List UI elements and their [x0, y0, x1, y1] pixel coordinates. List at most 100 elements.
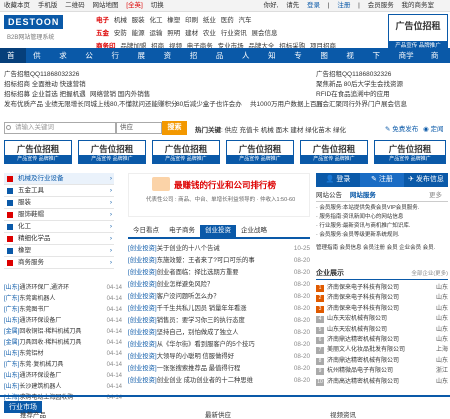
sidebar-item[interactable]: 化工 ›: [4, 221, 114, 233]
login-button[interactable]: 👤 登录: [316, 173, 360, 187]
announcement-item[interactable]: · 行业服务:最新资讯与商机推广知识库.: [316, 222, 448, 231]
register-button[interactable]: ✎ 注册: [360, 173, 404, 187]
top-ad-box[interactable]: 广告位招租 产品宣传 品牌推广: [388, 14, 448, 52]
text-ad[interactable]: 展会汇聚同行外界门户展会信息: [316, 98, 407, 108]
search-input[interactable]: 请输入关键词: [4, 122, 116, 134]
text-ad[interactable]: 发布优质产品 业绩无限增长: [4, 98, 84, 108]
nav-item[interactable]: 商城: [424, 48, 450, 75]
nav-item[interactable]: 图库: [313, 48, 339, 75]
text-ad[interactable]: 招标招商 全面推动 快速营销: [4, 78, 86, 88]
company-item[interactable]: 3 济南保来电子科技有限公司 山东: [316, 304, 448, 314]
lang-link[interactable]: [全英]: [126, 2, 143, 9]
nav-item[interactable]: 公司: [78, 48, 104, 75]
company-item[interactable]: 4 山东天宏机械有限公司 山东: [316, 314, 448, 324]
company-item[interactable]: 6 济南鼎达精密机械有限公司 山东: [316, 335, 448, 345]
nav-item-home[interactable]: 首页: [0, 48, 27, 75]
text-ad[interactable]: 同城上线80,不懂就问还能赚积分: [84, 98, 178, 108]
more-link[interactable]: 更多: [429, 190, 442, 202]
announcement-item[interactable]: · 会员服务:本站提供免费会员VIP会员服务.: [316, 204, 448, 213]
company-item[interactable]: 5 山东天宏机械有限公司 山东: [316, 325, 448, 335]
article-item[interactable]: [创业投资]东施效颦：王者来了?可口可乐的事 08-20: [128, 255, 310, 267]
site-map-link[interactable]: 网站地图: [92, 2, 118, 9]
publish-link[interactable]: ✎ 免费发布: [385, 123, 418, 133]
mobile-link[interactable]: 手机版: [38, 2, 58, 9]
cat-link[interactable]: 橡塑: [167, 17, 180, 24]
login-link[interactable]: 登录: [307, 2, 320, 9]
subscribe-link[interactable]: ◉ 定闻: [423, 123, 443, 133]
ad-box[interactable]: 广告位招租 产品宣传 品牌推广: [226, 140, 294, 164]
article-item[interactable]: [创业投资]关于创业的十八个告诫 10-25: [128, 243, 310, 255]
more-link[interactable]: 全部企业(更多): [411, 268, 448, 280]
tab-strategy[interactable]: 企业战略: [236, 225, 272, 237]
nav-item[interactable]: 视频: [339, 48, 365, 75]
hot-keyword[interactable]: 充值卡: [239, 127, 259, 134]
cat-link[interactable]: 农业: [203, 30, 216, 37]
text-ad[interactable]: 网络营销 国内外销售: [90, 88, 150, 98]
ad-box[interactable]: 广告位招租 产品宣传 品牌推广: [300, 140, 368, 164]
nav-item[interactable]: 商学院: [392, 48, 424, 75]
list-item[interactable]: [山东]通济环保设备厂 04-14: [4, 316, 122, 327]
favorite-link[interactable]: 收藏本页: [4, 2, 30, 9]
company-item[interactable]: 1 济南保来电子科技有限公司 山东: [316, 283, 448, 293]
hot-keyword[interactable]: 绿化: [333, 127, 346, 134]
hot-keyword[interactable]: 绿化苗木: [305, 127, 331, 134]
tab-video-news[interactable]: 视频资讯: [330, 409, 356, 419]
sidebar-item[interactable]: 服装 ›: [4, 197, 114, 209]
search-type-select[interactable]: 供应: [116, 122, 162, 134]
list-item[interactable]: [山东]通济环保设备厂 04-14: [4, 371, 122, 382]
list-item[interactable]: [山东]长沙建筑机器人 04-14: [4, 382, 122, 393]
article-item[interactable]: [创业投资]客户没问题听怎么办？ 08-20: [128, 291, 310, 303]
nav-item[interactable]: 下载: [366, 48, 392, 75]
nav-item[interactable]: 供应: [26, 48, 52, 75]
article-item[interactable]: [创业投资]一张张搜索推荐品 最值得行程 08-20: [128, 363, 310, 375]
article-item[interactable]: [创业投资]创业者面临：择比选期方重要 08-20: [128, 267, 310, 279]
hot-keyword[interactable]: 建材: [290, 127, 303, 134]
cat-link[interactable]: 安防: [114, 30, 127, 37]
sidebar-item[interactable]: 服饰鞋帽 ›: [4, 209, 114, 221]
article-item[interactable]: [创业投资]坚持自己，别怕做成了独立人 08-20: [128, 327, 310, 339]
nav-item[interactable]: 知道: [261, 48, 287, 75]
cat-link[interactable]: 展会信息: [252, 30, 278, 37]
cat-link[interactable]: 能源: [132, 30, 145, 37]
cat-link[interactable]: 建材: [185, 30, 198, 37]
search-button[interactable]: 搜索: [162, 121, 187, 135]
ad-box[interactable]: 广告位招租 产品宣传 品牌推广: [78, 140, 146, 164]
publish-button[interactable]: ✈ 发布信息: [404, 173, 448, 187]
ad-box[interactable]: 广告位招租 产品宣传 品牌推广: [374, 140, 446, 164]
guide-links[interactable]: 管理指南 会员信息 会员注册 会员 企业会员 会员.: [316, 244, 448, 264]
tab-service[interactable]: 网站服务: [350, 192, 376, 199]
list-item[interactable]: [广东]东莞·复机械刀具 04-14: [4, 360, 122, 371]
sidebar-item[interactable]: 橡塑 ›: [4, 245, 114, 257]
article-item[interactable]: [创业投资]千千生共私儿因员 销量年年看涨 08-20: [128, 303, 310, 315]
hot-keyword[interactable]: 机械: [261, 127, 274, 134]
text-ad[interactable]: 广告招租QQ11868032326: [316, 68, 391, 78]
switch-link[interactable]: 切换: [151, 2, 164, 9]
tab-investment[interactable]: 创业投资: [200, 225, 236, 237]
nav-item[interactable]: 展会: [131, 48, 157, 75]
company-item[interactable]: 7 美丽文人化妆品批发有限公司 上海: [316, 345, 448, 355]
featured-banner[interactable]: 最赚钱的行业和公司排行榜 代表性公司 : 商品、中台、单增长利益领导的 · 仲收…: [128, 173, 310, 219]
nav-item[interactable]: 招商: [183, 48, 209, 75]
sidebar-item[interactable]: 精细化学品 ›: [4, 233, 114, 245]
tab-announcement[interactable]: 网站公告: [316, 192, 342, 199]
sidebar-item[interactable]: 机械及行业设备 ›: [4, 173, 114, 185]
text-ad[interactable]: 招标招募 企业首选 把握机遇: [4, 88, 86, 98]
cat-link[interactable]: 医药: [221, 17, 234, 24]
article-item[interactable]: [创业投资]创业创业 成功创业者的十二种思维 08-20: [128, 375, 310, 387]
article-item[interactable]: [创业投资]大领导的小聪明 信服做得好 08-20: [128, 351, 310, 363]
list-item[interactable]: [山东]东莞铝材 04-14: [4, 349, 122, 360]
hot-keyword[interactable]: 供应: [225, 127, 238, 134]
text-ad[interactable]: RFID在食品追溯中的应用: [316, 88, 390, 98]
sidebar-item[interactable]: 五金工具 ›: [4, 185, 114, 197]
text-ad[interactable]: 共1000万用户数据上百万: [250, 98, 323, 108]
cat-link[interactable]: 机械: [114, 17, 127, 24]
cat-link[interactable]: 电子: [96, 17, 109, 24]
ad-box[interactable]: 广告位招租 产品宣传 品牌推广: [4, 140, 72, 164]
list-item[interactable]: [金属]回收铜铝·稀料机械刀具 04-14: [4, 327, 122, 338]
nav-item[interactable]: 专题: [287, 48, 313, 75]
tab-ecommerce[interactable]: 电子商务: [164, 225, 200, 237]
article-item[interactable]: [创业投资]创业怎样避免风险？ 08-20: [128, 279, 310, 291]
cat-link[interactable]: 行业资讯: [221, 30, 247, 37]
announcement-item[interactable]: · 会员服务:会员等级更新系统规则.: [316, 231, 448, 240]
nav-item[interactable]: 人才: [235, 48, 261, 75]
